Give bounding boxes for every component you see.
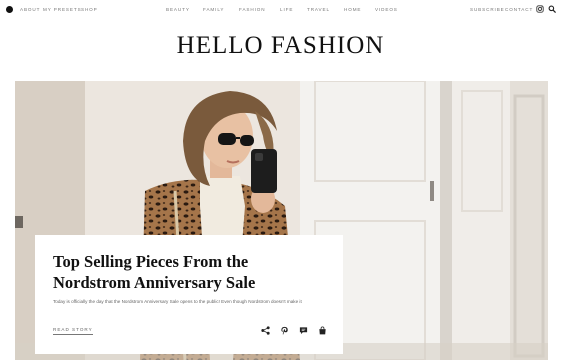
nav-fashion[interactable]: FASHION [239, 7, 265, 12]
top-navigation: ABOUT MY PRESETS SHOP BEAUTY FAMILY FASH… [0, 0, 561, 20]
shopping-bag-icon[interactable] [318, 326, 327, 335]
search-icon[interactable] [548, 5, 556, 13]
instagram-icon[interactable] [536, 5, 544, 13]
nav-family[interactable]: FAMILY [203, 7, 224, 12]
nav-shop[interactable]: SHOP [81, 7, 98, 12]
story-excerpt: Today is officially the day that the Nor… [53, 299, 302, 304]
share-icon[interactable] [261, 326, 270, 335]
story-title[interactable]: Top Selling Pieces From the Nordstrom An… [53, 251, 323, 293]
pinterest-icon[interactable] [280, 326, 289, 335]
site-title[interactable]: HELLO FASHION [0, 32, 561, 60]
nav-travel[interactable]: TRAVEL [307, 7, 330, 12]
nav-my-presets[interactable]: MY PRESETS [43, 7, 82, 12]
nav-life[interactable]: LIFE [280, 7, 293, 12]
nav-subscribe[interactable]: SUBSCRIBE [470, 7, 505, 12]
read-story-link[interactable]: READ STORY [53, 327, 93, 335]
nav-videos[interactable]: VIDEOS [375, 7, 398, 12]
featured-story-card: Top Selling Pieces From the Nordstrom An… [35, 235, 343, 354]
nav-home[interactable]: HOME [344, 7, 361, 12]
nav-about[interactable]: ABOUT [20, 7, 40, 12]
logo-dot-icon[interactable] [6, 6, 13, 13]
nav-beauty[interactable]: BEAUTY [166, 7, 190, 12]
comment-icon[interactable] [299, 326, 308, 335]
nav-contact[interactable]: CONTACT [505, 7, 533, 12]
